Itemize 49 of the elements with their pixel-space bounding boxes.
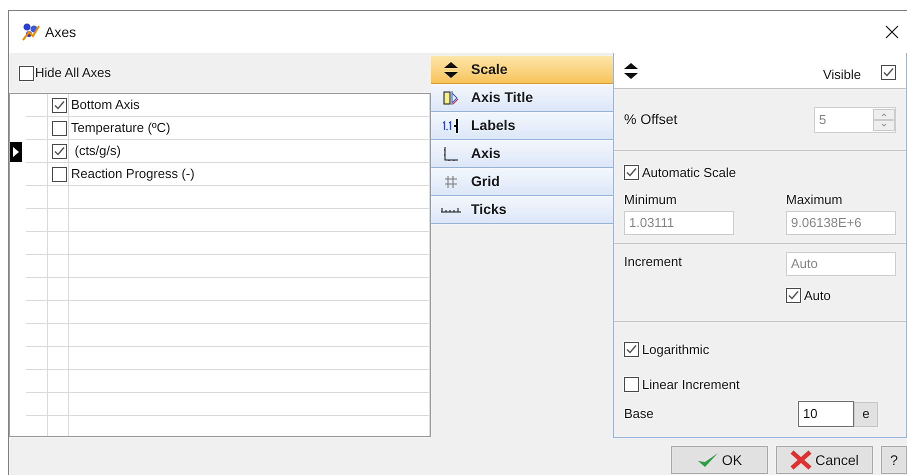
field-label: Minimum xyxy=(624,190,678,208)
checkbox-label: Linear Increment xyxy=(642,376,740,394)
axis-name[interactable]: Reaction Progress (-) xyxy=(71,164,195,184)
checkbox[interactable] xyxy=(624,165,639,180)
nav-item[interactable]: Axis Title xyxy=(431,84,613,112)
field-label: Maximum xyxy=(786,190,844,208)
up-down-arrows-icon xyxy=(444,62,458,78)
nav-item[interactable]: Grid xyxy=(431,168,613,196)
check-icon xyxy=(696,452,719,468)
e-button[interactable]: e xyxy=(854,402,878,426)
cancel-button[interactable]: Cancel xyxy=(776,446,873,474)
axis-name[interactable]: Bottom Axis xyxy=(71,95,140,115)
checkbox[interactable] xyxy=(52,166,67,182)
axis-corner-icon xyxy=(443,146,459,162)
window-title: Axes xyxy=(45,22,76,42)
field-label: Base xyxy=(624,405,655,424)
checkbox-label: Visible xyxy=(822,66,861,84)
table-cell xyxy=(47,416,69,436)
title-frame-icon xyxy=(443,90,459,106)
field-label: Increment xyxy=(624,253,683,271)
input-field[interactable]: 10 xyxy=(798,401,854,427)
close-icon xyxy=(790,450,812,470)
nav-item[interactable]: Ticks xyxy=(431,196,613,224)
close-icon[interactable] xyxy=(885,25,899,39)
nav-item[interactable]: Axis xyxy=(431,140,613,168)
grid-icon xyxy=(443,174,459,190)
number-tick-icon xyxy=(441,118,461,134)
axis-name[interactable]: (cts/g/s) xyxy=(71,141,121,161)
help-button[interactable]: ? xyxy=(881,446,907,474)
checkbox[interactable] xyxy=(624,376,639,392)
checkbox-label: Auto xyxy=(804,287,831,305)
checkbox-label: Automatic Scale xyxy=(642,164,736,182)
checkbox[interactable] xyxy=(624,342,639,358)
checkbox[interactable] xyxy=(52,98,67,112)
nav-item[interactable]: Scale xyxy=(431,56,613,84)
checkbox[interactable] xyxy=(19,66,34,80)
ok-button[interactable]: OK xyxy=(671,446,768,474)
checkbox[interactable] xyxy=(881,64,896,80)
axis-name[interactable]: Temperature (ºC) xyxy=(71,118,170,138)
checkbox-label: Logarithmic xyxy=(642,341,710,359)
checkbox[interactable] xyxy=(786,288,801,304)
app-logo-icon xyxy=(21,22,41,42)
checkbox[interactable] xyxy=(52,120,67,136)
nav-item[interactable]: Labels xyxy=(431,112,613,140)
field-label: % Offset xyxy=(624,110,678,129)
sort-arrows-icon xyxy=(624,62,638,78)
checkbox[interactable] xyxy=(52,144,67,158)
ruler-ticks-icon xyxy=(440,206,462,212)
checkbox-label: Hide All Axes xyxy=(35,64,111,82)
